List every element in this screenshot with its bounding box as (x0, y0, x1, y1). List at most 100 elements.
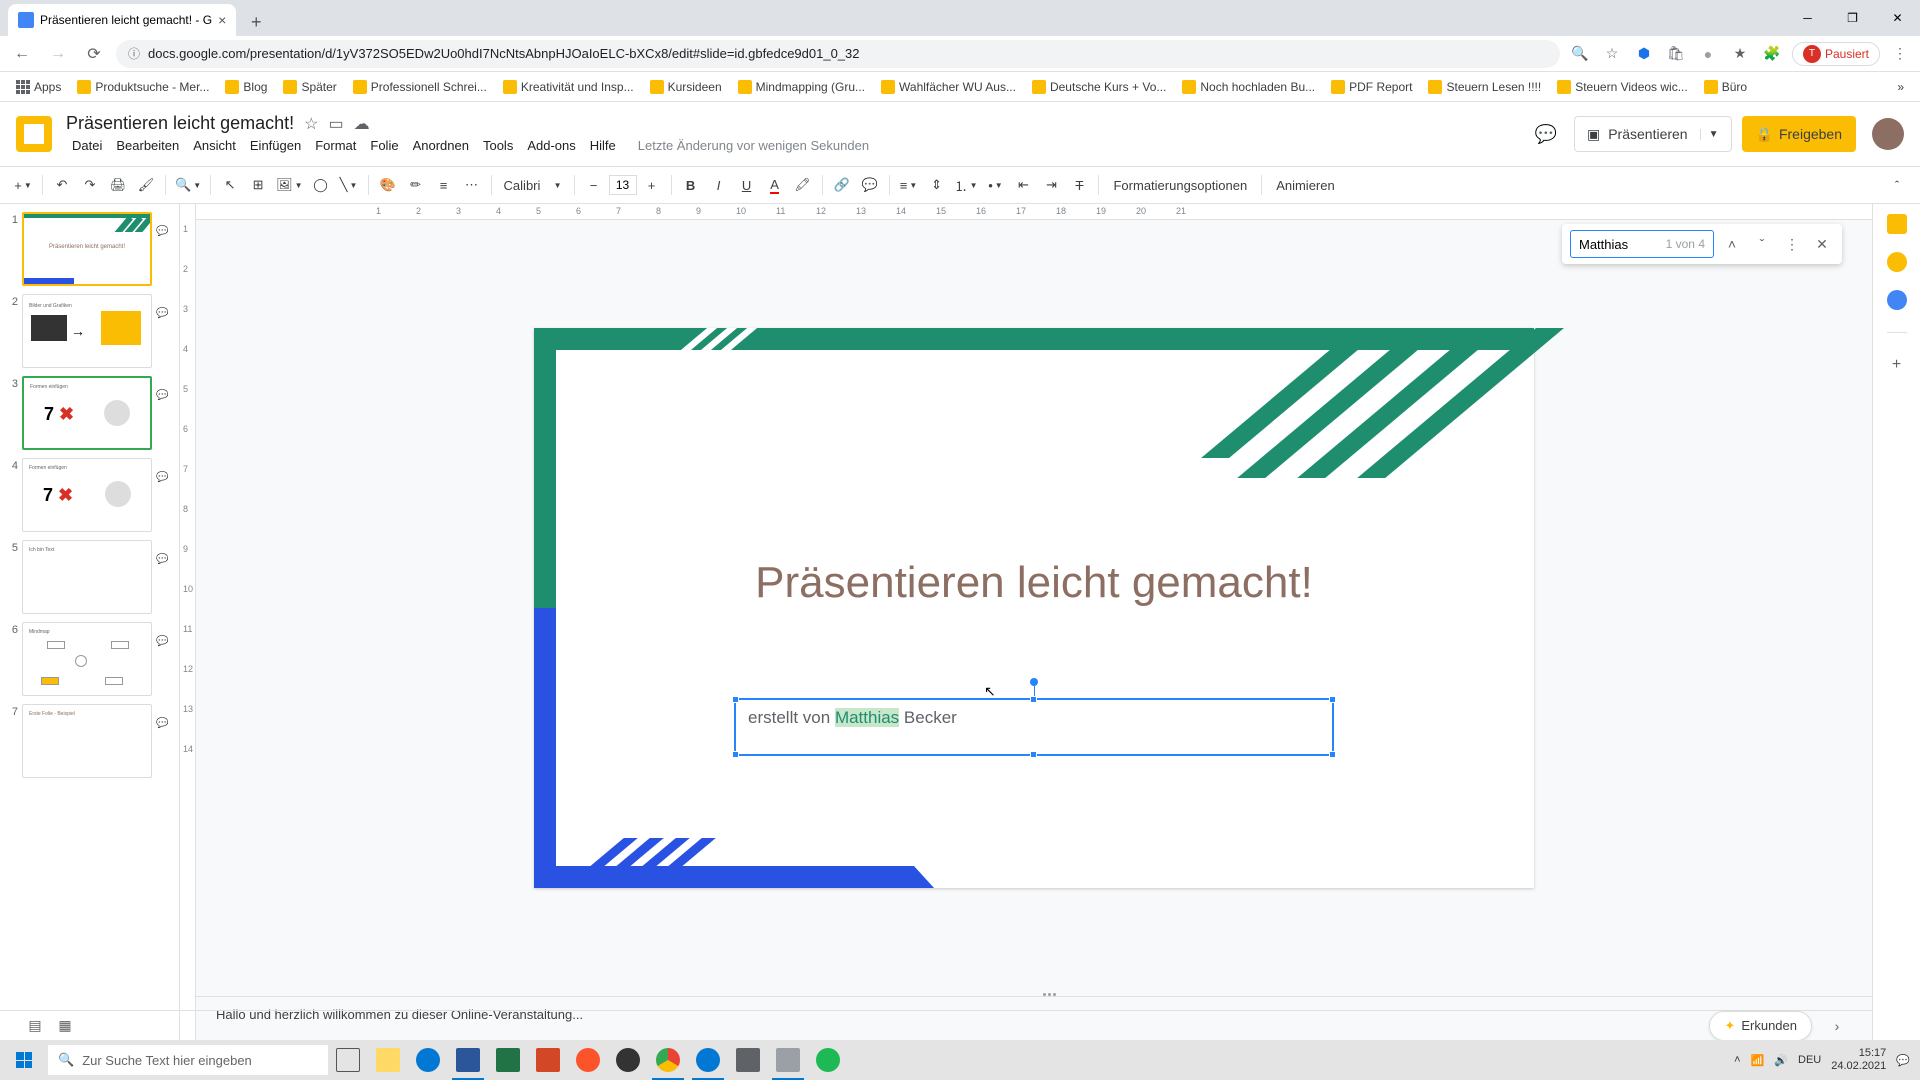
italic-button[interactable]: I (706, 172, 732, 198)
font-size-input[interactable] (609, 175, 637, 195)
fill-color-button[interactable]: 🎨 (375, 172, 401, 198)
extension-icon-1[interactable]: ⬢ (1632, 42, 1656, 66)
menu-help[interactable]: Hilfe (584, 136, 622, 155)
slide-thumbnail-1[interactable]: Präsentieren leicht gemacht! (22, 212, 152, 286)
filmstrip-view-button[interactable]: ▤ (20, 1014, 50, 1038)
tray-clock[interactable]: 15:17 24.02.2021 (1831, 1047, 1886, 1073)
cloud-saved-icon[interactable]: ☁ (354, 114, 370, 134)
format-options-button[interactable]: Formatierungsoptionen (1105, 178, 1255, 193)
textbox-tool[interactable]: ⊞ (245, 172, 271, 198)
resize-handle[interactable] (1329, 696, 1336, 703)
bookmark-item[interactable]: Kreativität und Insp... (497, 76, 640, 98)
highlight-button[interactable]: 🖍 (790, 172, 816, 198)
bookmark-item[interactable]: Steuern Lesen !!!! (1422, 76, 1547, 98)
browser-tab[interactable]: Präsentieren leicht gemacht! - G × (8, 4, 236, 36)
tab-close-icon[interactable]: × (218, 12, 226, 28)
tray-language[interactable]: DEU (1798, 1054, 1821, 1066)
back-button[interactable]: ← (8, 40, 36, 68)
taskbar-explorer[interactable] (368, 1040, 408, 1080)
site-info-icon[interactable]: ⓘ (128, 45, 140, 62)
extension-icon-2[interactable]: 🛍 (1664, 42, 1688, 66)
bookmark-item[interactable]: Später (277, 76, 342, 98)
new-tab-button[interactable]: + (242, 8, 270, 36)
paint-format-button[interactable]: 🖌 (133, 172, 159, 198)
task-view-button[interactable] (328, 1040, 368, 1080)
notes-resize-handle[interactable] (1034, 993, 1064, 1001)
slide-thumbnail-7[interactable]: Erste Folie - Beispiel (22, 704, 152, 778)
slide-thumbnail-3[interactable]: Formen einfügen 7 ✖ (22, 376, 152, 450)
reload-button[interactable]: ⟳ (80, 40, 108, 68)
move-icon[interactable]: ▭ (328, 114, 343, 134)
taskbar-app-notepad[interactable] (768, 1040, 808, 1080)
slide-thumbnail-6[interactable]: Mindmap (22, 622, 152, 696)
zoom-icon[interactable]: 🔍 (1568, 42, 1592, 66)
menu-view[interactable]: Ansicht (187, 136, 242, 155)
extensions-puzzle-icon[interactable]: 🧩 (1760, 42, 1784, 66)
align-button[interactable]: ≡▼ (896, 172, 922, 198)
chrome-menu-icon[interactable]: ⋮ (1888, 42, 1912, 66)
menu-edit[interactable]: Bearbeiten (110, 136, 185, 155)
menu-arrange[interactable]: Anordnen (407, 136, 475, 155)
taskbar-app[interactable] (728, 1040, 768, 1080)
start-button[interactable] (0, 1040, 48, 1080)
slides-logo-icon[interactable] (16, 116, 52, 152)
bookmark-overflow[interactable]: » (1891, 76, 1910, 98)
indent-increase-button[interactable]: ⇥ (1038, 172, 1064, 198)
menu-tools[interactable]: Tools (477, 136, 519, 155)
slide-thumbnail-4[interactable]: Formen einfügen 7 ✖ (22, 458, 152, 532)
image-tool[interactable]: 🖼▼ (273, 172, 305, 198)
tray-volume-icon[interactable]: 🔊 (1774, 1054, 1788, 1067)
bookmark-item[interactable]: Wahlfächer WU Aus... (875, 76, 1022, 98)
bookmark-star-icon[interactable]: ☆ (1600, 42, 1624, 66)
underline-button[interactable]: U (734, 172, 760, 198)
taskbar-edge-legacy[interactable] (408, 1040, 448, 1080)
bookmark-item[interactable]: Professionell Schrei... (347, 76, 493, 98)
address-bar[interactable]: ⓘ docs.google.com/presentation/d/1yV372S… (116, 40, 1560, 68)
taskbar-spotify[interactable] (808, 1040, 848, 1080)
explore-button[interactable]: ✦ Erkunden (1709, 1011, 1812, 1041)
taskbar-word[interactable] (448, 1040, 488, 1080)
link-button[interactable]: 🔗 (829, 172, 855, 198)
maximize-button[interactable]: ❐ (1830, 0, 1875, 36)
taskbar-chrome[interactable] (648, 1040, 688, 1080)
menu-format[interactable]: Format (309, 136, 362, 155)
line-tool[interactable]: ╲▼ (336, 172, 362, 198)
border-weight-button[interactable]: ≡ (431, 172, 457, 198)
add-panel-button[interactable]: + (1887, 355, 1907, 375)
tasks-icon[interactable] (1887, 290, 1907, 310)
slide-thumbnail-5[interactable]: Ich bin Text (22, 540, 152, 614)
comment-button[interactable]: 💬 (857, 172, 883, 198)
side-panel-toggle[interactable]: › (1822, 1014, 1852, 1038)
font-size-increase[interactable]: + (639, 172, 665, 198)
menu-insert[interactable]: Einfügen (244, 136, 307, 155)
line-spacing-button[interactable]: ⇕ (924, 172, 950, 198)
slide-canvas[interactable]: Präsentieren leicht gemacht! erstellt vo… (534, 328, 1534, 888)
bullet-list-button[interactable]: •▼ (982, 172, 1008, 198)
menu-slide[interactable]: Folie (364, 136, 404, 155)
subtitle-text[interactable]: erstellt von Matthias Becker (736, 700, 1332, 736)
keep-icon[interactable] (1887, 252, 1907, 272)
bold-button[interactable]: B (678, 172, 704, 198)
find-prev-button[interactable]: ˄ (1720, 232, 1744, 256)
last-edit-text[interactable]: Letzte Änderung vor wenigen Sekunden (632, 136, 875, 155)
share-button[interactable]: 🔒 Freigeben (1742, 116, 1856, 152)
tray-expand-icon[interactable]: ˄ (1734, 1054, 1740, 1066)
taskbar-app-brave[interactable] (568, 1040, 608, 1080)
resize-handle[interactable] (732, 751, 739, 758)
bookmark-item[interactable]: Steuern Videos wic... (1551, 76, 1694, 98)
clear-format-button[interactable]: T (1066, 172, 1092, 198)
new-slide-button[interactable]: +▼ (10, 172, 36, 198)
windows-search[interactable]: 🔍 Zur Suche Text hier eingeben (48, 1045, 328, 1075)
bookmark-item[interactable]: Noch hochladen Bu... (1176, 76, 1321, 98)
find-next-button[interactable]: ˇ (1750, 232, 1774, 256)
extension-icon-3[interactable]: ● (1696, 42, 1720, 66)
shape-tool[interactable]: ◯ (308, 172, 334, 198)
bookmark-item[interactable]: Produktsuche - Mer... (71, 76, 215, 98)
resize-handle[interactable] (1329, 751, 1336, 758)
zoom-button[interactable]: 🔍▼ (172, 172, 204, 198)
undo-button[interactable]: ↶ (49, 172, 75, 198)
star-icon[interactable]: ☆ (304, 114, 318, 134)
tray-network-icon[interactable]: 📶 (1751, 1054, 1765, 1067)
font-selector[interactable]: Calibri▼ (498, 172, 568, 198)
taskbar-obs[interactable] (608, 1040, 648, 1080)
